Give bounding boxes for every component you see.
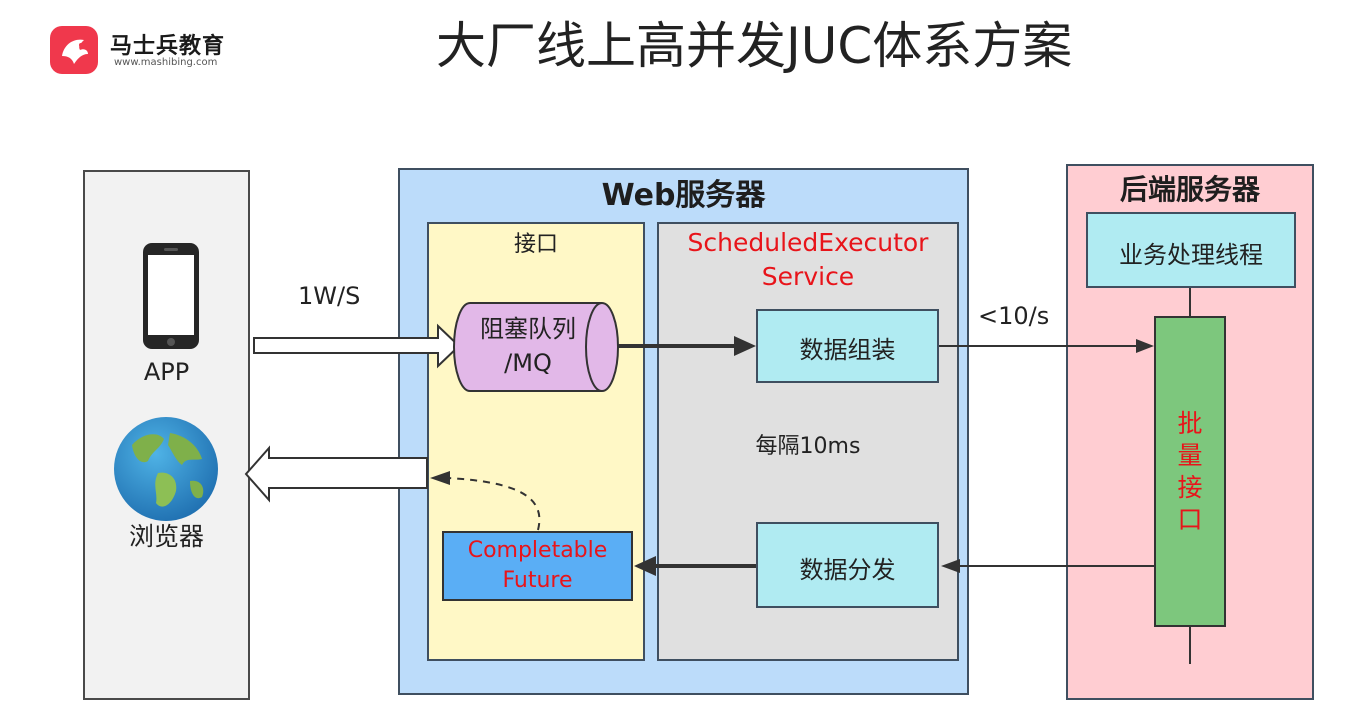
scheduler-title-line1: ScheduledExecutor: [687, 228, 929, 257]
batch-interface-label: 批 量 接 口: [1177, 409, 1203, 534]
dispatch-label: 数据分发: [799, 556, 896, 584]
incoming-rate-label: 1W/S: [298, 282, 361, 310]
page-title: 大厂线上高并发JUC体系方案: [436, 17, 1073, 75]
completable-line2: Future: [502, 568, 573, 593]
backend-server-title: 后端服务器: [1119, 173, 1260, 206]
scheduler-title-line2: Service: [761, 262, 855, 291]
assemble-label: 数据组装: [799, 336, 896, 364]
brand-name: 马士兵教育: [110, 34, 226, 59]
queue-label-line2: /MQ: [504, 349, 552, 377]
outgoing-rate-label: <10/s: [978, 302, 1050, 330]
brand-logo-icon: [50, 26, 98, 74]
scheduler-title: ScheduledExecutor Service: [657, 226, 959, 294]
globe-icon: [112, 415, 220, 523]
completable-future-label: Completable Future: [442, 536, 633, 596]
queue-label: 阻塞队列 /MQ: [452, 312, 604, 380]
browser-label: 浏览器: [128, 522, 204, 551]
worker-thread-label: 业务处理线程: [1119, 241, 1263, 269]
queue-label-line1: 阻塞队列: [480, 315, 576, 343]
app-label: APP: [143, 358, 190, 386]
smartphone-icon: [141, 241, 201, 351]
brand-url: www.mashibing.com: [114, 57, 218, 68]
completable-line1: Completable: [467, 538, 608, 563]
web-server-title: Web服务器: [601, 178, 766, 213]
interval-label: 每隔10ms: [755, 434, 861, 459]
interface-title: 接口: [513, 232, 558, 257]
